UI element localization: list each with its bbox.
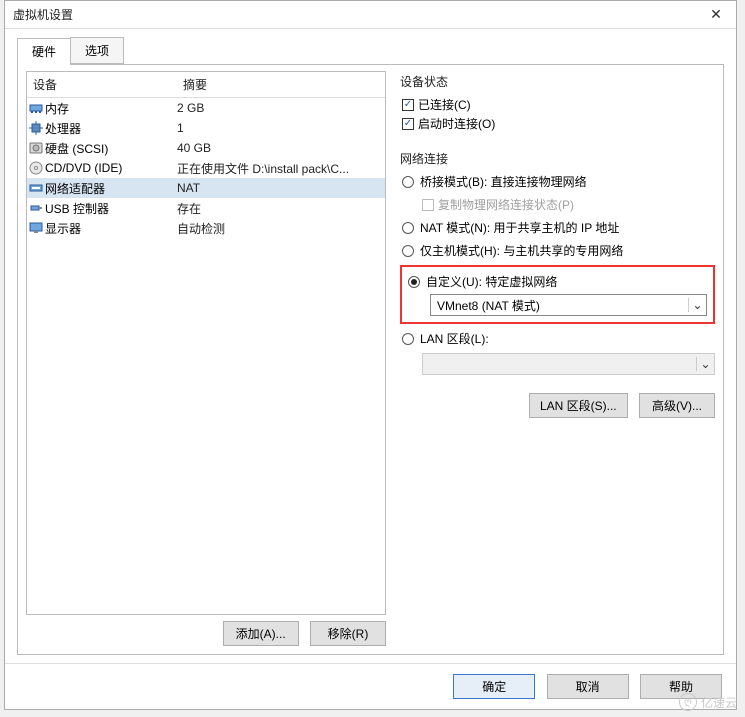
check-icon: ✓ bbox=[402, 118, 414, 130]
lan-segment-label: LAN 区段(L): bbox=[420, 330, 489, 347]
hardware-panel: 设备 摘要 内存2 GB处理器1硬盘 (SCSI)40 GBCD/DVD (ID… bbox=[17, 64, 724, 655]
watermark: ღ 亿速云 bbox=[679, 693, 737, 711]
tab-hardware[interactable]: 硬件 bbox=[17, 38, 71, 65]
network-connection-label: 网络连接 bbox=[400, 150, 715, 167]
device-summary: NAT bbox=[177, 181, 385, 195]
chevron-down-icon: ⌄ bbox=[688, 298, 706, 312]
custom-network-value: VMnet8 (NAT 模式) bbox=[431, 297, 688, 314]
device-name: 硬盘 (SCSI) bbox=[45, 140, 177, 157]
hostonly-radio[interactable]: 仅主机模式(H): 与主机共享的专用网络 bbox=[402, 242, 715, 259]
titlebar: 虚拟机设置 ✕ bbox=[5, 1, 736, 29]
bridged-radio[interactable]: 桥接模式(B): 直接连接物理网络 bbox=[402, 173, 715, 190]
tab-options[interactable]: 选项 bbox=[70, 37, 124, 64]
radio-icon bbox=[402, 176, 414, 188]
table-row[interactable]: 硬盘 (SCSI)40 GB bbox=[27, 138, 385, 158]
nat-radio[interactable]: NAT 模式(N): 用于共享主机的 IP 地址 bbox=[402, 219, 715, 236]
device-name: 网络适配器 bbox=[45, 180, 177, 197]
disk-icon bbox=[27, 141, 45, 155]
close-icon[interactable]: ✕ bbox=[696, 6, 736, 23]
ok-button[interactable]: 确定 bbox=[453, 674, 535, 699]
device-name: 内存 bbox=[45, 100, 177, 117]
device-name: 显示器 bbox=[45, 220, 177, 237]
vm-settings-window: 虚拟机设置 ✕ 硬件 选项 设备 摘要 内存2 GB处理器1硬盘 (SCSI)4… bbox=[4, 0, 737, 710]
custom-label: 自定义(U): 特定虚拟网络 bbox=[426, 273, 557, 290]
connected-checkbox[interactable]: ✓ 已连接(C) bbox=[402, 96, 715, 113]
bridged-label: 桥接模式(B): 直接连接物理网络 bbox=[420, 173, 587, 190]
tab-strip: 硬件 选项 bbox=[5, 29, 736, 64]
device-summary: 1 bbox=[177, 121, 385, 135]
right-buttons: LAN 区段(S)... 高级(V)... bbox=[400, 393, 715, 418]
device-status-label: 设备状态 bbox=[400, 73, 715, 90]
radio-icon bbox=[402, 245, 414, 257]
table-row[interactable]: 网络适配器NAT bbox=[27, 178, 385, 198]
display-icon bbox=[27, 221, 45, 235]
add-button[interactable]: 添加(A)... bbox=[223, 621, 299, 646]
custom-radio[interactable]: 自定义(U): 特定虚拟网络 bbox=[408, 273, 707, 290]
advanced-button[interactable]: 高级(V)... bbox=[639, 393, 715, 418]
cpu-icon bbox=[27, 121, 45, 135]
lan-segment-dropdown: ⌄ bbox=[422, 353, 715, 375]
cloud-icon: ღ bbox=[679, 693, 697, 711]
dialog-footer: 确定 取消 帮助 bbox=[5, 663, 736, 709]
remove-button[interactable]: 移除(R) bbox=[310, 621, 386, 646]
radio-icon bbox=[402, 333, 414, 345]
radio-icon bbox=[402, 222, 414, 234]
device-name: CD/DVD (IDE) bbox=[45, 161, 177, 175]
col-device: 设备 bbox=[27, 72, 177, 97]
table-row[interactable]: 内存2 GB bbox=[27, 98, 385, 118]
lan-segments-button[interactable]: LAN 区段(S)... bbox=[529, 393, 628, 418]
cancel-button[interactable]: 取消 bbox=[547, 674, 629, 699]
radio-icon bbox=[408, 276, 420, 288]
custom-network-dropdown[interactable]: VMnet8 (NAT 模式) ⌄ bbox=[430, 294, 707, 316]
table-row[interactable]: 处理器1 bbox=[27, 118, 385, 138]
window-title: 虚拟机设置 bbox=[5, 6, 696, 23]
chevron-down-icon: ⌄ bbox=[696, 357, 714, 371]
device-detail-pane: 设备状态 ✓ 已连接(C) ✓ 启动时连接(O) 网络连接 桥接模式(B): 直… bbox=[400, 71, 715, 646]
device-summary: 2 GB bbox=[177, 101, 385, 115]
device-name: 处理器 bbox=[45, 120, 177, 137]
connect-at-poweron-label: 启动时连接(O) bbox=[418, 115, 495, 132]
device-summary: 自动检测 bbox=[177, 220, 385, 237]
watermark-text: 亿速云 bbox=[701, 694, 737, 711]
net-icon bbox=[27, 181, 45, 195]
usb-icon bbox=[27, 201, 45, 215]
nat-label: NAT 模式(N): 用于共享主机的 IP 地址 bbox=[420, 219, 619, 236]
device-list-pane: 设备 摘要 内存2 GB处理器1硬盘 (SCSI)40 GBCD/DVD (ID… bbox=[26, 71, 386, 646]
connected-label: 已连接(C) bbox=[418, 96, 471, 113]
custom-highlight: 自定义(U): 特定虚拟网络 VMnet8 (NAT 模式) ⌄ bbox=[400, 265, 715, 324]
replicate-checkbox: 复制物理网络连接状态(P) bbox=[422, 196, 715, 213]
table-header: 设备 摘要 bbox=[27, 72, 385, 98]
memory-icon bbox=[27, 101, 45, 115]
device-name: USB 控制器 bbox=[45, 200, 177, 217]
check-icon: ✓ bbox=[402, 99, 414, 111]
table-row[interactable]: CD/DVD (IDE)正在使用文件 D:\install pack\C... bbox=[27, 158, 385, 178]
device-table: 设备 摘要 内存2 GB处理器1硬盘 (SCSI)40 GBCD/DVD (ID… bbox=[26, 71, 386, 615]
cd-icon bbox=[27, 161, 45, 175]
col-summary: 摘要 bbox=[177, 72, 385, 97]
device-summary: 存在 bbox=[177, 200, 385, 217]
device-buttons: 添加(A)... 移除(R) bbox=[26, 615, 386, 646]
lan-segment-radio[interactable]: LAN 区段(L): bbox=[402, 330, 715, 347]
device-summary: 正在使用文件 D:\install pack\C... bbox=[177, 160, 385, 177]
table-row[interactable]: USB 控制器存在 bbox=[27, 198, 385, 218]
hostonly-label: 仅主机模式(H): 与主机共享的专用网络 bbox=[420, 242, 623, 259]
connect-at-poweron-checkbox[interactable]: ✓ 启动时连接(O) bbox=[402, 115, 715, 132]
check-icon bbox=[422, 199, 434, 211]
table-row[interactable]: 显示器自动检测 bbox=[27, 218, 385, 238]
device-summary: 40 GB bbox=[177, 141, 385, 155]
replicate-label: 复制物理网络连接状态(P) bbox=[438, 196, 574, 213]
